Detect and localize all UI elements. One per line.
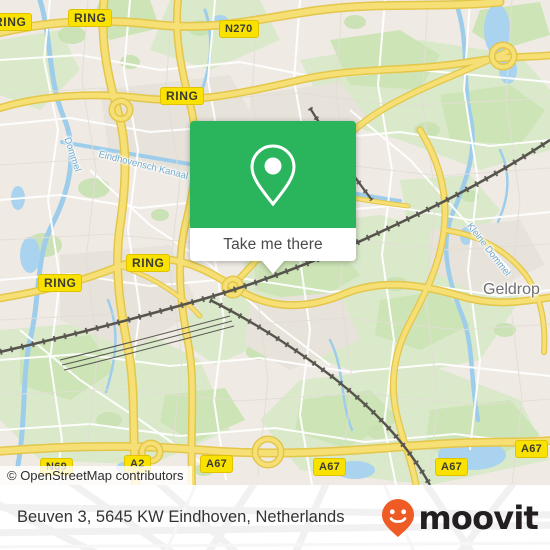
osm-attribution[interactable]: © OpenStreetMap contributors bbox=[0, 466, 192, 485]
place-label-geldrop: Geldrop bbox=[483, 281, 540, 298]
road-shield: N270 bbox=[219, 20, 259, 38]
road-shield: A67 bbox=[200, 455, 234, 473]
popup-tail bbox=[262, 261, 284, 274]
moovit-wordmark: moovit bbox=[418, 498, 538, 537]
map-viewport[interactable]: RING RING N270 RING RING RING N69 A2 A67… bbox=[0, 0, 550, 485]
destination-popup-card[interactable]: Take me there bbox=[190, 121, 356, 274]
road-shield: A67 bbox=[435, 458, 469, 476]
road-shield: RING bbox=[126, 254, 171, 272]
road-shield: A67 bbox=[515, 440, 549, 458]
moovit-logo[interactable]: moovit bbox=[381, 485, 539, 550]
map-share-card: RING RING N270 RING RING RING N69 A2 A67… bbox=[0, 0, 550, 550]
road-shield: RING bbox=[38, 274, 83, 292]
address-text: Beuven 3, 5645 KW Eindhoven, Netherlands bbox=[17, 508, 345, 526]
popup-pin-panel bbox=[190, 121, 356, 228]
footer-bar: Beuven 3, 5645 KW Eindhoven, Netherlands… bbox=[0, 485, 550, 550]
road-shield: RING bbox=[0, 13, 33, 31]
road-shield: A67 bbox=[313, 458, 347, 476]
take-me-there-label: Take me there bbox=[223, 235, 323, 253]
road-shield: RING bbox=[68, 9, 113, 27]
moovit-smiley-pin-icon bbox=[382, 498, 415, 537]
road-shield: RING bbox=[160, 87, 205, 105]
location-pin-icon bbox=[250, 143, 296, 206]
take-me-there-button[interactable]: Take me there bbox=[190, 228, 356, 261]
